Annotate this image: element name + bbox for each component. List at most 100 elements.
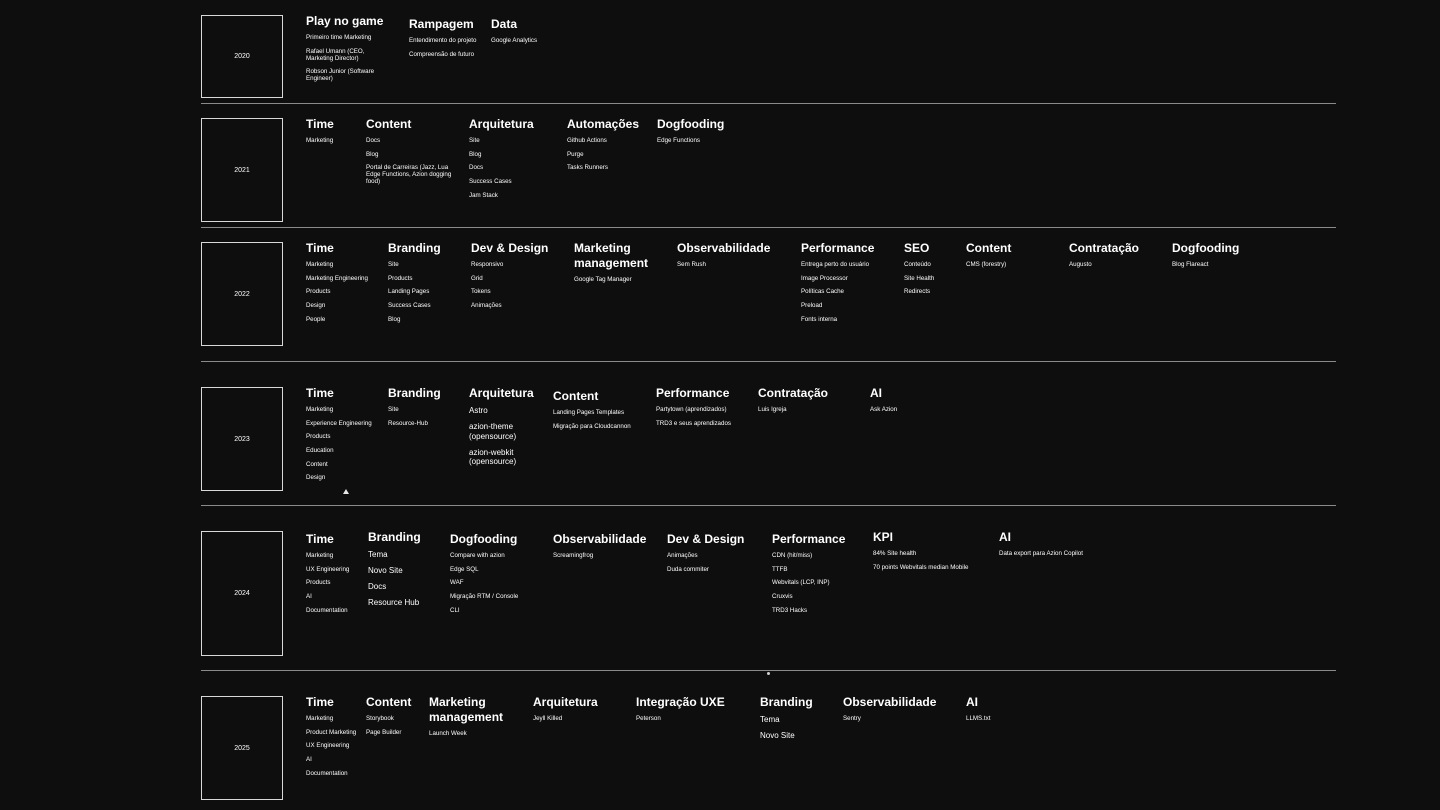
category-item: AI: [306, 756, 312, 764]
category-column: Play no game Primeiro time Marketing Rafae…: [306, 14, 383, 89]
category-item: People: [306, 315, 326, 323]
category-column: Content Landing Pages Templates Migração p…: [553, 389, 631, 436]
category-column: Dogfooding Blog Flareact: [1172, 241, 1239, 275]
category-item: Tasks Runners: [567, 164, 608, 172]
category-item: azion-webkit (opensource): [469, 447, 517, 467]
category-column: Time Marketing Product Marketing UX Enginee…: [306, 695, 356, 783]
category-item: Image Processor: [801, 274, 848, 282]
category-title: Arquitetura: [533, 695, 598, 709]
category-title: AI: [999, 530, 1011, 544]
category-item: Docs: [469, 164, 484, 172]
category-title: Dogfooding: [450, 532, 518, 546]
category-column: Branding Tema Novo Site Docs Resource Hub: [368, 530, 421, 614]
category-item: Webvitals (LCP, INP): [772, 579, 830, 587]
category-column: Marketing management Launch Week: [429, 695, 503, 744]
category-item: Augusto: [1069, 261, 1092, 268]
category-title: Time: [306, 532, 334, 546]
year-label: 2023: [234, 435, 250, 443]
category-item: Responsivo: [471, 261, 504, 268]
category-column: Dev & Design Animações Duda commiter: [667, 532, 744, 579]
category-title: Branding: [388, 386, 441, 400]
category-column: Data Google Analytics: [491, 17, 537, 51]
category-item: Page Builder: [366, 728, 402, 736]
category-item: Data export para Azion Copilot: [999, 550, 1083, 557]
category-title: Rampagem: [409, 17, 474, 31]
category-item: Animações: [667, 552, 698, 559]
category-column: Integração UXE Peterson: [636, 695, 725, 729]
category-column: Automações Github Actions Purge Tasks Runne…: [567, 117, 639, 178]
category-item: Screamingfrog: [553, 552, 594, 559]
year-box-2025: 2025: [201, 696, 283, 800]
category-item: LLMS.txt: [966, 715, 991, 722]
category-column: Branding Site Products Landing Pages Success…: [388, 241, 441, 329]
category-item: Docs: [366, 137, 381, 144]
category-item: Primeiro time Marketing: [306, 34, 372, 41]
category-column: AI Data export para Azion Copilot: [999, 530, 1083, 564]
category-title: Time: [306, 386, 334, 400]
category-title: Time: [306, 695, 334, 709]
category-title: Contratação: [758, 386, 829, 400]
category-item: Documentation: [306, 769, 348, 777]
category-item: Storybook: [366, 715, 394, 722]
category-item: Compreensão de futuro: [409, 50, 475, 58]
category-column: Dev & Design Responsivo Grid Tokens Animaçõe…: [471, 241, 548, 316]
category-item: 84% Site health: [873, 550, 917, 557]
category-item: Marketing: [306, 261, 334, 268]
category-column: Observabilidade Sem Rush: [677, 241, 770, 275]
category-column: Time Marketing: [306, 117, 334, 151]
category-item: 70 points Webvitals median Mobile: [873, 563, 969, 571]
category-item: UX Engineering: [306, 742, 350, 750]
year-label: 2025: [234, 744, 250, 752]
category-item: Google Analytics: [491, 37, 538, 44]
category-title: Time: [306, 241, 334, 255]
category-item: Grid: [471, 274, 483, 282]
category-item: Preload: [801, 302, 823, 310]
category-title: Content: [366, 117, 412, 131]
category-item: Blog: [366, 150, 379, 158]
category-item: Entrega perto do usuário: [801, 261, 870, 268]
category-title: SEO: [904, 241, 930, 255]
year-label: 2022: [234, 290, 250, 298]
category-item: Compare with azion: [450, 552, 505, 559]
category-column: Content Docs Blog Portal de Carreiras (Jazz…: [366, 117, 451, 192]
category-item: Blog Flareact: [1172, 261, 1209, 268]
category-item: AI: [306, 593, 312, 601]
category-column: Contratação Augusto: [1069, 241, 1139, 275]
category-item: Blog: [388, 315, 401, 323]
category-item: Documentation: [306, 606, 348, 614]
year-label: 2020: [234, 53, 250, 60]
category-column: Branding Tema Novo Site: [760, 695, 813, 747]
category-item: CLI: [450, 606, 460, 614]
category-item: Astro: [469, 406, 488, 415]
category-item: WAF: [450, 579, 464, 587]
category-title: Time: [306, 117, 334, 131]
category-item: Resource-Hub: [388, 419, 428, 427]
category-item: Novo Site: [368, 566, 403, 575]
category-title: Integração UXE: [636, 695, 725, 709]
category-title: AI: [870, 386, 882, 400]
category-item: Design: [306, 302, 326, 310]
category-title: Marketing management: [574, 241, 649, 270]
category-item: Product Marketing: [306, 728, 357, 736]
category-column: Performance Partytown (aprendizados) TRD3 …: [656, 386, 731, 433]
category-item: Site: [388, 261, 399, 268]
category-item: TTFB: [772, 565, 788, 573]
category-column: Time Marketing Experience Engineering Produ…: [306, 386, 372, 488]
category-item: Blog: [469, 150, 482, 158]
category-title: Dev & Design: [471, 241, 549, 255]
category-item: Migração RTM / Console: [450, 593, 519, 601]
row-divider: [201, 670, 1336, 671]
category-title: Dogfooding: [1172, 241, 1240, 255]
category-title: Performance: [772, 532, 846, 546]
category-title: Performance: [656, 386, 730, 400]
category-title: Automações: [567, 117, 640, 131]
category-title: Observabilidade: [843, 695, 937, 709]
category-item: Launch Week: [429, 730, 467, 737]
category-column: Dogfooding Compare with azion Edge SQL WAF M…: [450, 532, 518, 620]
category-item: Jam Stack: [469, 191, 498, 199]
category-item: TRD3 e seus aprendizados: [656, 419, 731, 427]
category-item: Marketing: [306, 715, 334, 722]
category-item: Docs: [368, 582, 387, 591]
category-item: Marketing: [306, 406, 334, 413]
category-item: Tema: [368, 550, 388, 559]
